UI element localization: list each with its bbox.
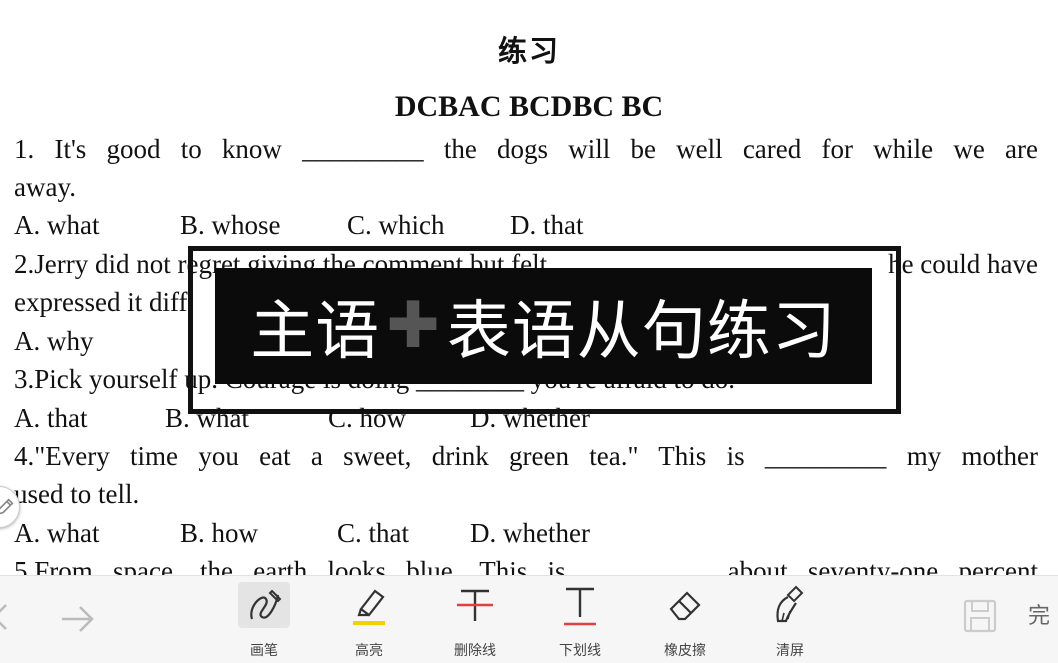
question-5-text: 5.From space, the earth looks blue. This… <box>14 556 1038 575</box>
question-2-text-cont: expressed it diff <box>14 287 188 317</box>
tool-clear-screen-label: 清屏 <box>776 643 804 659</box>
tool-pen-label: 画笔 <box>250 643 278 659</box>
done-button[interactable]: 完 <box>1028 598 1058 630</box>
question-4-option-d: D. whether <box>470 518 590 548</box>
banner-text-subject: 主语 <box>250 295 381 369</box>
question-4-text: 4."Every time you eat a sweet, drink gre… <box>14 441 1038 471</box>
question-1-text: 1. It's good to know _________ the dogs … <box>14 134 1038 164</box>
answer-key: DCBAC BCDBC BC <box>394 90 664 123</box>
question-1-option-d: D. that <box>510 210 584 240</box>
tool-eraser-label: 橡皮擦 <box>664 643 706 659</box>
tool-pen[interactable]: 画笔 <box>234 582 294 659</box>
clear-screen-icon <box>776 585 804 623</box>
tool-highlight[interactable]: 高亮 <box>339 582 399 659</box>
document-page: 练习 DCBAC BCDBC BC 1. It's good to know _… <box>0 0 1058 575</box>
eraser-icon <box>669 591 701 621</box>
underline-icon <box>564 587 596 626</box>
question-4-option-b: B. how <box>180 518 259 548</box>
question-4-option-a: A. what <box>14 518 100 548</box>
tool-strikethrough[interactable]: 删除线 <box>445 582 505 659</box>
pen-icon <box>250 589 282 620</box>
highlighter-icon <box>353 589 385 625</box>
question-1-text-cont: away. <box>14 172 76 202</box>
question-3-option-a: A. that <box>14 403 88 433</box>
annotation-toolbar: 画笔 高亮 删除线 下划线 橡皮擦 清屏 <box>0 575 1058 663</box>
tool-underline[interactable]: 下划线 <box>550 582 610 659</box>
question-4-text-cont: used to tell. <box>14 479 140 509</box>
pen-edit-icon <box>0 498 14 515</box>
strikethrough-icon <box>457 589 493 621</box>
question-4-option-c: C. that <box>337 518 409 548</box>
question-2-text-right: he could have <box>888 249 1038 279</box>
tool-clear-screen[interactable]: 清屏 <box>760 582 820 659</box>
tool-underline-label: 下划线 <box>559 643 601 659</box>
question-1-option-b: B. whose <box>180 210 281 240</box>
overlay-banner: 主语 ✚ 表语从句练习 <box>215 268 872 384</box>
tool-strikethrough-label: 删除线 <box>454 643 496 659</box>
banner-text-predicative: 表语从句练习 <box>446 295 837 369</box>
redo-icon[interactable] <box>58 597 98 637</box>
save-icon[interactable] <box>962 598 998 634</box>
page-title: 练习 <box>497 34 560 68</box>
question-2-option-a: A. why <box>14 326 94 356</box>
plus-icon: ✚ <box>386 289 441 363</box>
question-1-option-a: A. what <box>14 210 100 240</box>
tool-eraser[interactable]: 橡皮擦 <box>655 582 715 659</box>
question-1-option-c: C. which <box>347 210 445 240</box>
undo-icon[interactable] <box>0 597 16 637</box>
tool-highlight-label: 高亮 <box>355 643 383 659</box>
